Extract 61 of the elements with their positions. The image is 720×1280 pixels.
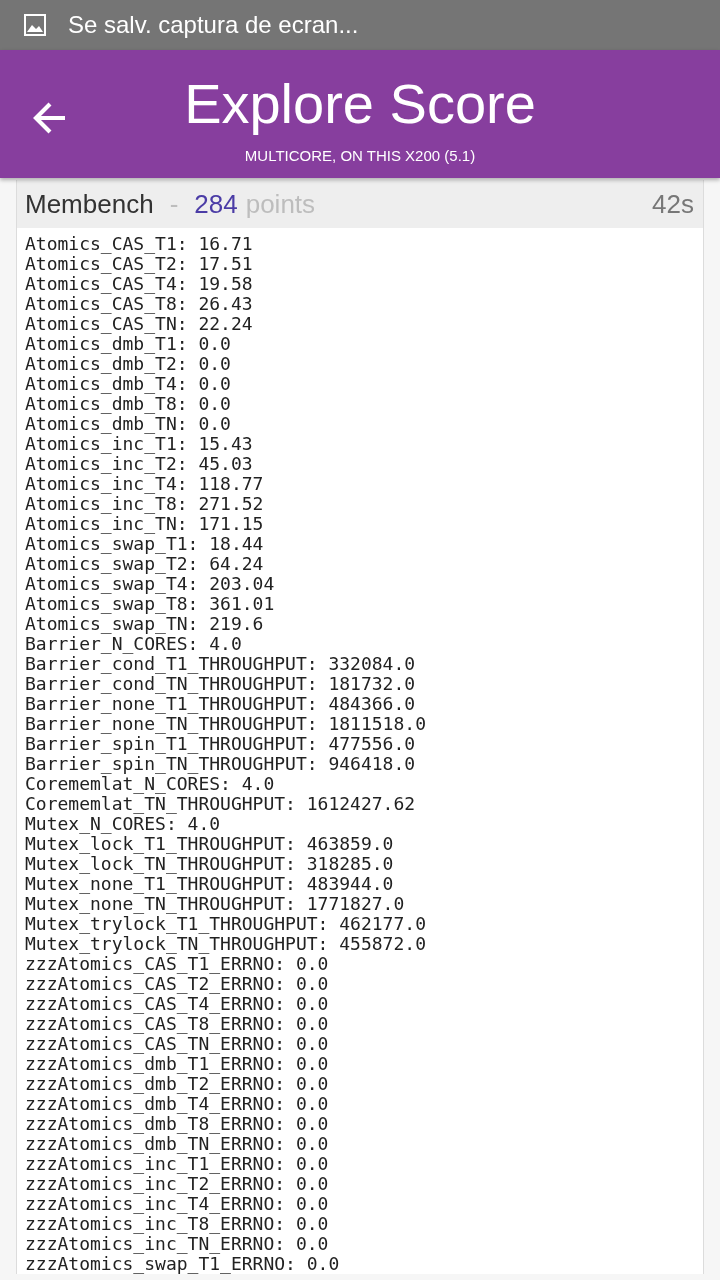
result-line: Mutex_trylock_T1_THROUGHPUT: 462177.0 <box>25 914 427 934</box>
result-line: zzzAtomics_inc_TN_ERRNO: 0.0 <box>25 1234 330 1254</box>
screen-subtitle: MULTICORE, ON THIS X200 (5.1) <box>244 147 476 165</box>
result-line: Atomics_CAS_T8: 26.43 <box>25 294 254 314</box>
result-line: Atomics_inc_TN: 171.15 <box>25 514 265 534</box>
dash-separator: - <box>169 189 179 219</box>
result-line: zzzAtomics_inc_T8_ERRNO: 0.0 <box>25 1214 330 1234</box>
result-line: zzzAtomics_swap_T1_ERRNO: 0.0 <box>25 1254 341 1274</box>
result-line: Barrier_cond_T1_THROUGHPUT: 332084.0 <box>25 654 417 674</box>
result-line: Mutex_none_TN_THROUGHPUT: 1771827.0 <box>25 894 406 914</box>
result-line: Barrier_none_T1_THROUGHPUT: 484366.0 <box>25 694 417 714</box>
result-line: Mutex_trylock_TN_THROUGHPUT: 455872.0 <box>25 934 427 954</box>
result-line: Corememlat_TN_THROUGHPUT: 1612427.62 <box>25 794 417 814</box>
result-line: Mutex_lock_T1_THROUGHPUT: 463859.0 <box>25 834 395 854</box>
result-line: Barrier_none_TN_THROUGHPUT: 1811518.0 <box>25 714 427 734</box>
result-line: Atomics_inc_T2: 45.03 <box>25 454 254 474</box>
result-line: zzzAtomics_dmb_T2_ERRNO: 0.0 <box>25 1074 330 1094</box>
screen-title: Explore Score <box>184 75 536 133</box>
result-line: Atomics_swap_T8: 361.01 <box>25 594 276 614</box>
back-arrow-icon <box>33 101 67 135</box>
notification-text: Se salv. captura de ecran... <box>68 11 359 39</box>
result-line: Barrier_N_CORES: 4.0 <box>25 634 243 654</box>
result-line: zzzAtomics_inc_T2_ERRNO: 0.0 <box>25 1174 330 1194</box>
result-line: Atomics_inc_T4: 118.77 <box>25 474 265 494</box>
result-line: zzzAtomics_CAS_T1_ERRNO: 0.0 <box>25 954 330 974</box>
result-line: Mutex_lock_TN_THROUGHPUT: 318285.0 <box>25 854 395 874</box>
result-line: zzzAtomics_CAS_T2_ERRNO: 0.0 <box>25 974 330 994</box>
result-line: Atomics_dmb_T4: 0.0 <box>25 374 232 394</box>
result-line: zzzAtomics_CAS_T8_ERRNO: 0.0 <box>25 1014 330 1034</box>
benchmark-name: Membench <box>25 189 154 219</box>
image-icon <box>24 14 46 36</box>
result-line: Atomics_swap_T4: 203.04 <box>25 574 276 594</box>
score-value: 284 <box>194 189 238 219</box>
result-line: Atomics_swap_T1: 18.44 <box>25 534 265 554</box>
result-line: Atomics_swap_T2: 64.24 <box>25 554 265 574</box>
result-line: Barrier_cond_TN_THROUGHPUT: 181732.0 <box>25 674 417 694</box>
result-line: Mutex_N_CORES: 4.0 <box>25 814 221 834</box>
result-line: zzzAtomics_inc_T4_ERRNO: 0.0 <box>25 1194 330 1214</box>
result-line: zzzAtomics_inc_T1_ERRNO: 0.0 <box>25 1154 330 1174</box>
result-line: Atomics_inc_T1: 15.43 <box>25 434 254 454</box>
result-line: zzzAtomics_dmb_T1_ERRNO: 0.0 <box>25 1054 330 1074</box>
duration-text: 42s <box>652 189 694 219</box>
result-line: Atomics_CAS_T4: 19.58 <box>25 274 254 294</box>
result-line: Atomics_inc_T8: 271.52 <box>25 494 265 514</box>
result-line: zzzAtomics_dmb_TN_ERRNO: 0.0 <box>25 1134 330 1154</box>
result-line: zzzAtomics_CAS_TN_ERRNO: 0.0 <box>25 1034 330 1054</box>
result-line: zzzAtomics_dmb_T4_ERRNO: 0.0 <box>25 1094 330 1114</box>
result-line: Mutex_none_T1_THROUGHPUT: 483944.0 <box>25 874 395 894</box>
result-line: Atomics_dmb_TN: 0.0 <box>25 414 232 434</box>
result-line: Atomics_CAS_T1: 16.71 <box>25 234 254 254</box>
result-line: Corememlat_N_CORES: 4.0 <box>25 774 275 794</box>
result-line: Atomics_dmb_T8: 0.0 <box>25 394 232 414</box>
result-line: Barrier_spin_TN_THROUGHPUT: 946418.0 <box>25 754 417 774</box>
result-line: Atomics_CAS_T2: 17.51 <box>25 254 254 274</box>
result-line: Barrier_spin_T1_THROUGHPUT: 477556.0 <box>25 734 417 754</box>
result-line: Atomics_dmb_T1: 0.0 <box>25 334 232 354</box>
result-line: zzzAtomics_CAS_T4_ERRNO: 0.0 <box>25 994 330 1014</box>
result-line: Atomics_dmb_T2: 0.0 <box>25 354 232 374</box>
result-line: Atomics_CAS_TN: 22.24 <box>25 314 254 334</box>
result-line: zzzAtomics_dmb_T8_ERRNO: 0.0 <box>25 1114 330 1134</box>
result-line: Atomics_swap_TN: 219.6 <box>25 614 265 634</box>
